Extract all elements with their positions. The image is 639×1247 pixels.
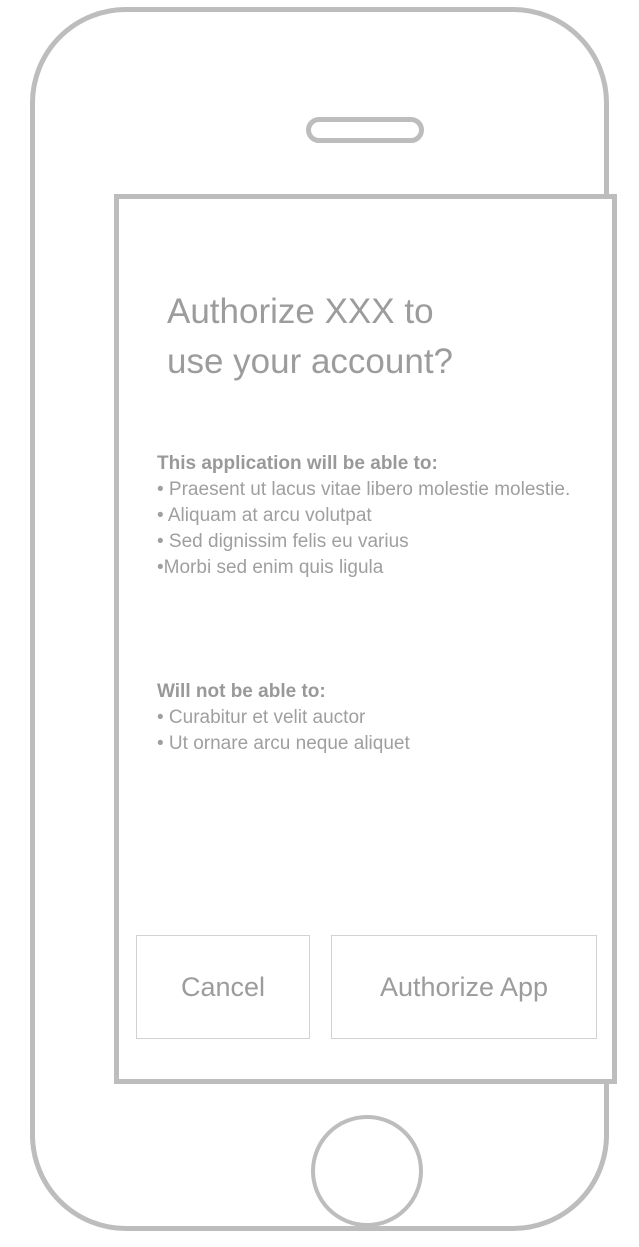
- denied-permissions-list: • Curabitur et velit auctor • Ut ornare …: [157, 705, 597, 757]
- allowed-permissions: This application will be able to: • Prae…: [157, 451, 597, 581]
- list-item: • Aliquam at arcu volutpat: [157, 505, 372, 526]
- denied-permissions: Will not be able to: • Curabitur et veli…: [157, 679, 597, 757]
- list-item: • Sed dignissim felis eu varius: [157, 531, 409, 552]
- app-screen: Authorize XXX to use your account? This …: [114, 194, 617, 1084]
- cancel-button[interactable]: Cancel: [136, 935, 310, 1039]
- speaker-slot: [306, 117, 424, 143]
- list-item: • Ut ornare arcu neque aliquet: [157, 733, 410, 754]
- dialog-title: Authorize XXX to use your account?: [167, 287, 587, 387]
- allowed-permissions-list: • Praesent ut lacus vitae libero molesti…: [157, 477, 597, 581]
- list-item: • Praesent ut lacus vitae libero molesti…: [157, 479, 571, 500]
- authorize-app-button[interactable]: Authorize App: [331, 935, 597, 1039]
- allowed-permissions-heading: This application will be able to:: [157, 453, 438, 474]
- denied-permissions-heading: Will not be able to:: [157, 681, 326, 702]
- list-item: • Curabitur et velit auctor: [157, 707, 366, 728]
- list-item: •Morbi sed enim quis ligula: [157, 557, 384, 578]
- dialog-title-line-2: use your account?: [167, 342, 454, 381]
- home-button[interactable]: [311, 1115, 423, 1227]
- dialog-title-line-1: Authorize XXX to: [167, 292, 434, 331]
- phone-frame: Authorize XXX to use your account? This …: [30, 7, 617, 1231]
